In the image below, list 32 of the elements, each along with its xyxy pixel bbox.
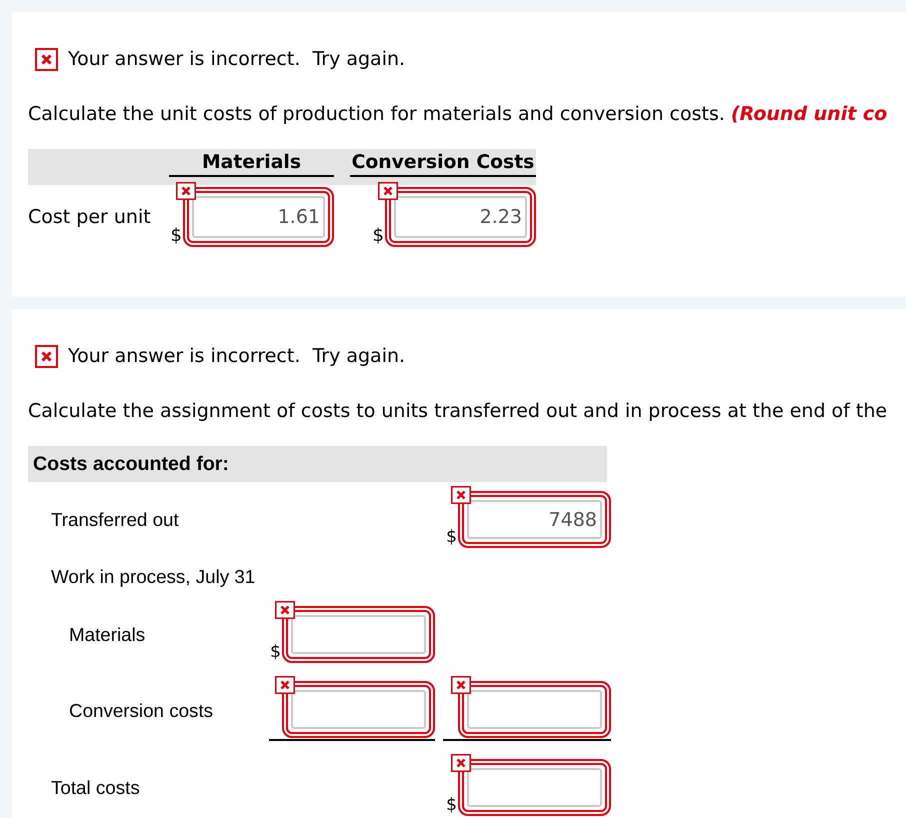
instruction-text: Calculate the unit costs of production for materials and conversion costs. (Round unit co	[28, 102, 888, 126]
x-mark-icon	[451, 754, 471, 772]
currency-symbol: $	[270, 643, 281, 661]
currency-symbol: $	[372, 227, 384, 245]
answer-field[interactable]	[282, 606, 435, 663]
column-header: Materials	[169, 151, 334, 177]
x-mark-icon	[451, 486, 471, 504]
x-mark-icon	[275, 676, 295, 694]
instruction-text: Calculate the assignment of costs to units transferred out and in process at the end of the	[28, 399, 888, 423]
row-label: Work in process, July 31	[50, 566, 256, 588]
answer-field[interactable]: 7488	[458, 491, 611, 548]
answer-field[interactable]	[282, 681, 435, 738]
currency-symbol: $	[446, 796, 457, 814]
row-label: Transferred out	[50, 508, 180, 530]
x-mark-icon	[378, 182, 398, 200]
currency-symbol: $	[446, 528, 457, 546]
row-label: Total costs	[50, 776, 141, 798]
row-label: Conversion costs	[68, 700, 214, 722]
row-label: Cost per unit	[28, 205, 152, 229]
section-heading: Costs accounted for:	[28, 446, 607, 482]
feedback-message: Your answer is incorrect. Try again.	[68, 344, 406, 368]
answer-field[interactable]: 2.23	[385, 187, 536, 247]
x-mark-icon	[451, 676, 471, 694]
answer-field[interactable]	[458, 759, 611, 816]
answer-field[interactable]: 1.61	[183, 187, 334, 247]
x-mark-icon	[275, 601, 295, 619]
x-mark-icon	[176, 182, 196, 200]
answer-field[interactable]	[458, 681, 611, 738]
feedback-message: Your answer is incorrect. Try again.	[68, 47, 406, 71]
row-label: Materials	[68, 624, 146, 646]
column-header: Conversion Costs	[350, 151, 536, 177]
currency-symbol: $	[170, 227, 182, 245]
